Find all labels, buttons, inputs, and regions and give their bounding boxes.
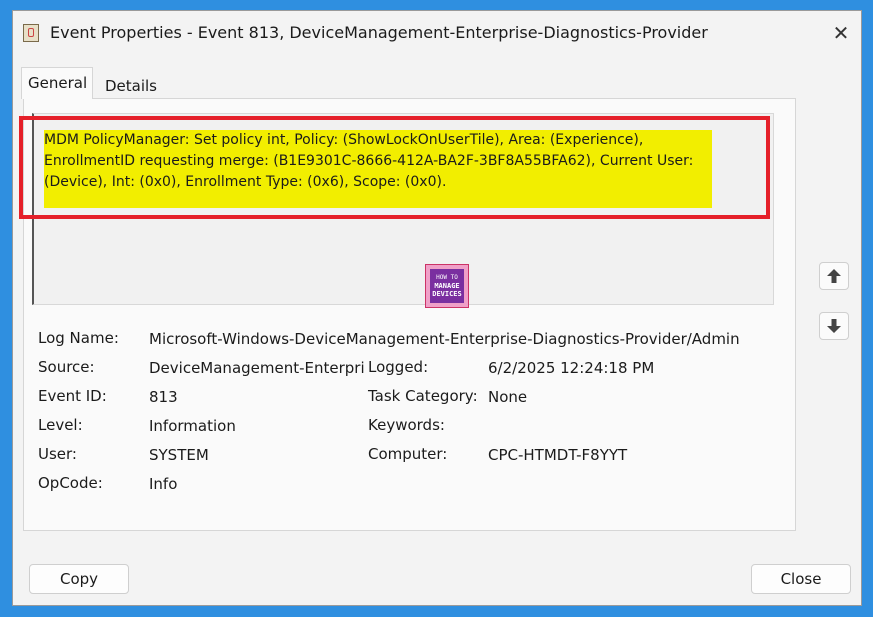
general-panel: MDM PolicyManager: Set policy int, Polic… [23,98,796,531]
title-bar[interactable]: Event Properties - Event 813, DeviceMana… [13,11,861,55]
description-box[interactable]: MDM PolicyManager: Set policy int, Polic… [32,113,774,305]
logged-label: Logged: [368,358,429,376]
close-button[interactable]: Close [751,564,851,594]
source-label: Source: [38,358,95,376]
event-id-value: 813 [149,388,178,406]
source-value: DeviceManagement-Enterpri [149,359,365,377]
tab-general[interactable]: General [21,67,93,99]
task-category-label: Task Category: [368,387,478,405]
next-event-button[interactable] [819,312,849,340]
task-category-value: None [488,388,528,406]
close-window-button[interactable]: ✕ [827,19,855,47]
logo-line-3: DEVICES [432,290,462,298]
user-label: User: [38,445,77,463]
arrow-up-icon [827,269,841,283]
log-name-label: Log Name: [38,329,119,347]
logo-line-2: MANAGE [434,282,460,290]
logged-value: 6/2/2025 12:24:18 PM [488,359,655,377]
event-description: MDM PolicyManager: Set policy int, Polic… [44,132,694,190]
previous-event-button[interactable] [819,262,849,290]
computer-label: Computer: [368,445,448,463]
event-properties-window: Event Properties - Event 813, DeviceMana… [12,10,862,606]
opcode-label: OpCode: [38,474,103,492]
arrow-down-icon [827,319,841,333]
event-id-label: Event ID: [38,387,107,405]
level-value: Information [149,417,236,435]
level-label: Level: [38,416,83,434]
copy-button[interactable]: Copy [29,564,129,594]
logo-line-1: HOW TO [436,274,458,281]
computer-value: CPC-HTMDT-F8YYT [488,446,628,464]
keywords-label: Keywords: [368,416,445,434]
user-value: SYSTEM [149,446,209,464]
window-title: Event Properties - Event 813, DeviceMana… [50,23,708,42]
event-viewer-icon [23,24,39,42]
log-name-value: Microsoft-Windows-DeviceManagement-Enter… [149,330,740,348]
how-to-manage-devices-logo: HOW TO MANAGE DEVICES [425,264,469,308]
opcode-value: Info [149,475,178,493]
